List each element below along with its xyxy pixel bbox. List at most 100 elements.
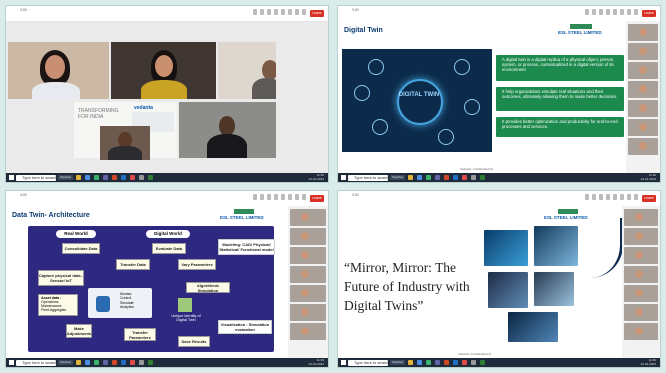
participant-thumbnail[interactable] [624,323,658,340]
participant-thumbnail[interactable] [628,81,658,98]
participant-tile[interactable] [100,126,150,160]
participant-thumbnail[interactable] [624,304,658,321]
weather-widget[interactable]: Weather [390,175,406,180]
shared-slide: Data Twin- Architecture ESL STEEL LIMITE… [6,206,288,358]
meeting-toolbar: 3:00 Leave [338,6,660,22]
window-title: 3:00 [20,193,27,197]
toolbar-icons[interactable] [253,194,306,200]
participant-strip [288,206,328,358]
taskbar-apps[interactable] [408,360,485,365]
slide-footer: Vedanta: Confidential [3] [460,167,493,171]
presentation-title: “Mirror, Mirror: The Future of Industry … [344,260,470,313]
participant-thumbnail[interactable] [628,24,658,41]
screenshot-architecture: 3:00 Leave Data Twin- Architecture ESL S… [6,191,328,367]
modeling-box: Modeling: CAD/ Physical/ Statistical/ Fu… [218,239,275,255]
participant-thumbnail[interactable] [290,209,326,226]
taskbar-apps[interactable] [76,175,153,180]
company-name: ESL STEEL LIMITED [558,30,602,35]
windows-start-icon[interactable] [9,360,14,365]
taskbar-clock: 11:30 24-01-2023 [640,358,656,366]
windows-taskbar: Type here to search Weather 11:30 24-01-2… [338,173,660,182]
participant-thumbnail[interactable] [624,247,658,264]
windows-taskbar: Type here to search Weather 11:30 24-01-2… [338,358,660,367]
leave-button[interactable]: Leave [310,195,324,202]
save-results-box: Save Results [178,336,210,347]
core-functions: Monitor Control Simulate Analytics [120,292,135,309]
taskbar-search[interactable]: Type here to search [16,359,57,366]
shared-slide: Digital Twin ESL STEEL LIMITED DIGITAL T… [338,21,626,173]
windows-taskbar: Type here to search Weather 11:30 24-01-2… [6,173,328,182]
participant-thumbnail[interactable] [624,285,658,302]
windows-start-icon[interactable] [341,360,346,365]
participant-thumbnail[interactable] [290,304,326,321]
taskbar-search[interactable]: Type here to search [348,359,389,366]
participant-thumbnail[interactable] [290,285,326,302]
weather-widget[interactable]: Weather [58,175,74,180]
digital-twin-graphic: DIGITAL TWIN [342,49,492,152]
participant-thumbnail[interactable] [624,266,658,283]
toolbar-icons[interactable] [585,9,638,15]
taskbar-apps[interactable] [76,360,153,365]
decorative-curve [590,218,623,278]
bullet-point: It provides better optimization and prod… [496,117,624,137]
taskbar-clock: 11:30 24-01-2023 [308,173,324,181]
slide-title: Data Twin- Architecture [12,212,90,219]
transfer-data-box: Transfer Data [116,259,150,270]
transfer-parameters-box: Transfer Parameters [124,328,156,341]
participant-thumbnail[interactable] [290,323,326,340]
weather-widget[interactable]: Weather [58,360,74,365]
screenshot-digital-twin: 3:00 Leave Digital Twin ESL STEEL LIMITE… [338,6,660,182]
taskbar-search[interactable]: Type here to search [348,174,389,181]
consolidate-data-box: Consolidate Data [62,243,100,254]
participant-thumbnail[interactable] [628,43,658,60]
participant-thumbnail[interactable] [624,209,658,226]
taskbar-search[interactable]: Type here to search [16,174,57,181]
participant-tile[interactable] [179,102,276,158]
bullet-point: A digital twin is a digital replica of a… [496,55,624,81]
slide-text: TRANSFORMING FOR INDIA [78,108,119,120]
participant-thumbnail[interactable] [290,266,326,283]
participant-thumbnail[interactable] [290,247,326,264]
asset-data-box: Asset data : Operations Maintenance Flee… [38,294,78,316]
windows-taskbar: Type here to search Weather 11:30 24-01-2… [6,358,328,367]
participant-strip [622,206,660,358]
windows-start-icon[interactable] [9,175,14,180]
vedanta-logo: vedanta [134,105,153,111]
make-adjustments-box: Make Adjustments [66,324,92,338]
architecture-diagram: Real World Digital World Consolidate Dat… [28,226,275,352]
unique-identity-icon [178,298,192,312]
shared-slide: ESL STEEL LIMITED “Mirror, Mirror: The F… [338,206,623,358]
video-gallery: TRANSFORMING FOR INDIA vedanta [6,22,328,173]
leave-button[interactable]: Leave [310,10,324,17]
participant-thumbnail[interactable] [628,62,658,79]
leave-button[interactable]: Leave [642,195,656,202]
industry-image [484,230,528,266]
meeting-toolbar: 3:00 Leave [6,6,328,22]
window-title: 3:00 [20,8,27,12]
toolbar-icons[interactable] [253,9,306,15]
toolbar-icons[interactable] [585,194,638,200]
participant-tile[interactable] [218,42,276,99]
leave-button[interactable]: Leave [642,10,656,17]
participant-thumbnail[interactable] [628,100,658,117]
participant-thumbnail[interactable] [624,228,658,245]
real-world-label: Real World [56,230,96,238]
weather-widget[interactable]: Weather [390,360,406,365]
meeting-toolbar: 3:00 Leave [6,191,328,207]
screenshot-gallery-view: 3:00 Leave TRANSFORMING FOR INDIA vedant… [6,6,328,182]
window-title: 3:00 [352,193,359,197]
participant-thumbnail[interactable] [628,119,658,136]
taskbar-apps[interactable] [408,175,485,180]
slide-footer: Vedanta: Confidential [1] [458,352,491,356]
algorithmic-simulation-box: Algorithmic Simulation [186,282,230,293]
taskbar-clock: 11:30 24-01-2023 [308,358,324,366]
participant-tile[interactable] [111,42,216,99]
capture-data-box: Capture physical data - Sensor/ IoT [38,270,84,286]
participant-thumbnail[interactable] [290,228,326,245]
database-icon [96,296,110,312]
participant-tile[interactable] [8,42,109,99]
company-name: ESL STEEL LIMITED [544,215,588,220]
participant-thumbnail[interactable] [628,138,658,155]
windows-start-icon[interactable] [341,175,346,180]
unique-identity-label: Unique identity of Digital Twin [171,314,201,322]
